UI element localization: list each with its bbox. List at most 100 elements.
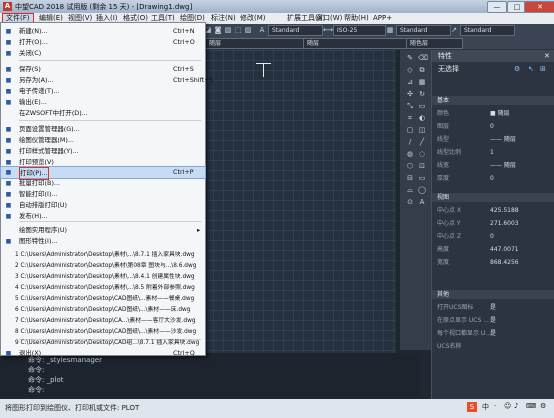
file-menu-item-9[interactable]: ■ 绘图仪管理器(M)...	[1, 135, 205, 146]
input-method-icon[interactable]: S	[467, 402, 477, 412]
modify-tool-13-icon[interactable]: ◫	[418, 126, 426, 134]
modify-tool-6-icon[interactable]: ✣	[406, 90, 414, 98]
minimize-button[interactable]: —	[487, 1, 507, 13]
file-menu-item-7[interactable]: 在ZWSOFT中打开(D)...	[1, 108, 205, 119]
property-value[interactable]: 0	[490, 231, 494, 242]
property-value[interactable]: —— 随层	[490, 134, 516, 145]
quick-select-icon[interactable]: ⚙	[514, 65, 520, 73]
selection-dropdown[interactable]: 无选择	[434, 64, 498, 74]
modify-tool-24-icon[interactable]: ⊙	[406, 198, 414, 206]
modify-tool-25-icon[interactable]: A	[418, 198, 426, 206]
punct-icon[interactable]: ·	[494, 402, 496, 410]
file-menu-item-16[interactable]: ■ 发布(H)...	[1, 211, 205, 222]
file-menu-item-4[interactable]: ■ 另存为(A)... Ctrl+Shift+S	[1, 75, 214, 86]
modify-tool-2-icon[interactable]: ◇	[406, 66, 414, 74]
modify-tool-16-icon[interactable]: ◍	[406, 150, 414, 158]
modify-tool-1-icon[interactable]: ⌫	[418, 54, 428, 62]
property-value[interactable]: 0	[490, 173, 494, 184]
property-value[interactable]: 是	[490, 328, 496, 339]
section-2-header[interactable]: 其他	[432, 290, 554, 299]
lang-icon[interactable]: 中	[482, 402, 489, 412]
menu-item-12[interactable]: APP+	[370, 13, 395, 24]
modify-tool-0-icon[interactable]: ✎	[406, 54, 414, 62]
toolbar-tool-24-icon[interactable]: ▨	[244, 26, 252, 34]
property-value[interactable]: 425.5188	[490, 205, 519, 216]
property-value[interactable]: 868.4256	[490, 257, 519, 268]
toolbar-tool-22-icon[interactable]: ▧	[224, 26, 232, 34]
modify-tool-23-icon[interactable]: ◯	[418, 186, 426, 194]
recent-file-item[interactable]: 2 C:\Users\Administrator\Desktop\素材\第08章…	[1, 261, 205, 271]
property-value[interactable]: 是	[490, 302, 496, 313]
recent-file-item[interactable]: 9 C:\Users\Administrator\Desktop\CAD组...…	[1, 338, 205, 348]
modify-tool-14-icon[interactable]: ∕	[406, 138, 414, 146]
property-value[interactable]: 1	[490, 147, 494, 158]
recent-file-item[interactable]: 6 C:\Users\Administrator\Desktop\CAD图纸\.…	[1, 305, 205, 315]
emoji-icon[interactable]: ☺	[504, 402, 511, 410]
modify-tool-5-icon[interactable]: ▦	[418, 78, 426, 86]
file-menu-item-2[interactable]: ■ 关闭(C)	[1, 48, 205, 59]
recent-file-item[interactable]: 1 C:\Users\Administrator\Desktop\素材\...\…	[1, 250, 205, 260]
file-menu-item-5[interactable]: ■ 电子传递(T)...	[1, 86, 205, 97]
section-0-header[interactable]: 基本	[432, 96, 554, 105]
modify-tool-17-icon[interactable]: ◌	[418, 150, 426, 158]
file-menu-item-8[interactable]: ■ 页面设置管理器(G)...	[1, 124, 205, 135]
select-objects-icon[interactable]: ↖	[528, 65, 534, 73]
file-menu-item-0[interactable]: ■ 新建(N)... Ctrl+N	[1, 26, 205, 37]
recent-file-item[interactable]: 7 C:\Users\Administrator\Desktop\CA...\素…	[1, 316, 205, 326]
modify-tool-9-icon[interactable]: ▭	[418, 102, 426, 110]
property-value[interactable]: —— 随层	[490, 160, 516, 171]
file-menu-item-19[interactable]: ■ 退出(X) Ctrl+Q	[1, 348, 205, 359]
dim-style-select[interactable]: ISO-25	[333, 25, 386, 36]
toolbar-tool-23-icon[interactable]: ⬚	[234, 26, 242, 34]
file-menu-item-15[interactable]: ■ 自动排版打印(U)	[1, 200, 205, 211]
modify-tool-11-icon[interactable]: ◐	[418, 114, 426, 122]
modify-tool-8-icon[interactable]: ⤡	[406, 102, 414, 110]
modify-tool-19-icon[interactable]: ⊡	[418, 162, 426, 170]
recent-file-item[interactable]: 4 C:\Users\Administrator\Desktop\素材\...\…	[1, 283, 205, 293]
recent-file-item[interactable]: 3 C:\Users\Administrator\Desktop\素材\...\…	[1, 272, 205, 282]
modify-tool-12-icon[interactable]: ▢	[406, 126, 414, 134]
file-menu-item-14[interactable]: ■ 智能打印(I)...	[1, 189, 205, 200]
property-value[interactable]: ■ 随层	[490, 108, 510, 119]
recent-file-item[interactable]: 8 C:\Users\Administrator\Desktop\CAD图纸\.…	[1, 327, 205, 337]
modify-tool-10-icon[interactable]: ⌗	[406, 114, 414, 122]
menu-item-11[interactable]: 帮助(H)	[341, 13, 372, 24]
toggle-pickadd-icon[interactable]: ⊞	[540, 65, 546, 73]
file-menu-item-10[interactable]: ■ 打印样式管理器(Y)...	[1, 146, 205, 157]
mic-icon[interactable]: ♪	[514, 402, 518, 410]
settings-icon[interactable]: ⚙	[540, 402, 546, 410]
modify-tool-4-icon[interactable]: ⊿	[406, 78, 414, 86]
modify-tool-15-icon[interactable]: ╱	[418, 138, 426, 146]
file-menu-item-18[interactable]: ■ 图形特性(I)...	[1, 236, 205, 247]
property-value[interactable]: 271.6003	[490, 218, 519, 229]
file-menu-item-1[interactable]: ■ 打开(O)... Ctrl+O	[1, 37, 205, 48]
keyboard-icon[interactable]: ⌨	[526, 402, 536, 410]
file-menu-item-12[interactable]: ■ 打印(P)... Ctrl+P	[0, 166, 206, 180]
file-menu-item-13[interactable]: ■ 批量打印(B)...	[1, 178, 205, 189]
drawing-canvas[interactable]	[203, 50, 396, 353]
property-value[interactable]: 是	[490, 315, 496, 326]
modify-tool-18-icon[interactable]: ⬡	[406, 162, 414, 170]
linetype-select[interactable]: 随层	[205, 38, 305, 49]
file-menu-item-17[interactable]: 绘图实用程序(U) ▸	[1, 225, 205, 236]
text-style-select[interactable]: Standard	[268, 25, 323, 36]
file-menu-item-6[interactable]: ■ 输出(E)...	[1, 97, 205, 108]
property-value[interactable]: 0	[490, 121, 494, 132]
toolbar-tool-21-icon[interactable]: ◙	[214, 26, 222, 34]
recent-file-item[interactable]: 5 C:\Users\Administrator\Desktop\CAD图纸\.…	[1, 294, 205, 304]
section-1-header[interactable]: 视图	[432, 193, 554, 202]
plotstyle-select[interactable]: 随色层	[406, 38, 463, 49]
modify-tool-20-icon[interactable]: ⊟	[406, 174, 414, 182]
modify-tool-3-icon[interactable]: ⧉	[418, 66, 426, 74]
command-line[interactable]: 将图形打印到绘图仪、打印机或文件: PLOT S 中 · ☺ ♪ ⌨ ⚙	[0, 399, 554, 418]
lineweight-select[interactable]: 随层	[303, 38, 408, 49]
modify-tool-21-icon[interactable]: ▭	[418, 174, 426, 182]
close-button[interactable]: ✕	[524, 1, 554, 13]
file-menu-item-3[interactable]: ■ 保存(S) Ctrl+S	[1, 64, 205, 75]
menu-item-7[interactable]: 标注(N)	[208, 13, 239, 24]
menu-item-8[interactable]: 修改(M)	[237, 13, 269, 24]
palette-close-icon[interactable]: ✕	[544, 50, 550, 62]
multileader-style-select[interactable]: Standard	[460, 25, 515, 36]
table-style-select[interactable]: Standard	[396, 25, 451, 36]
modify-tool-22-icon[interactable]: ⌓	[406, 186, 414, 194]
